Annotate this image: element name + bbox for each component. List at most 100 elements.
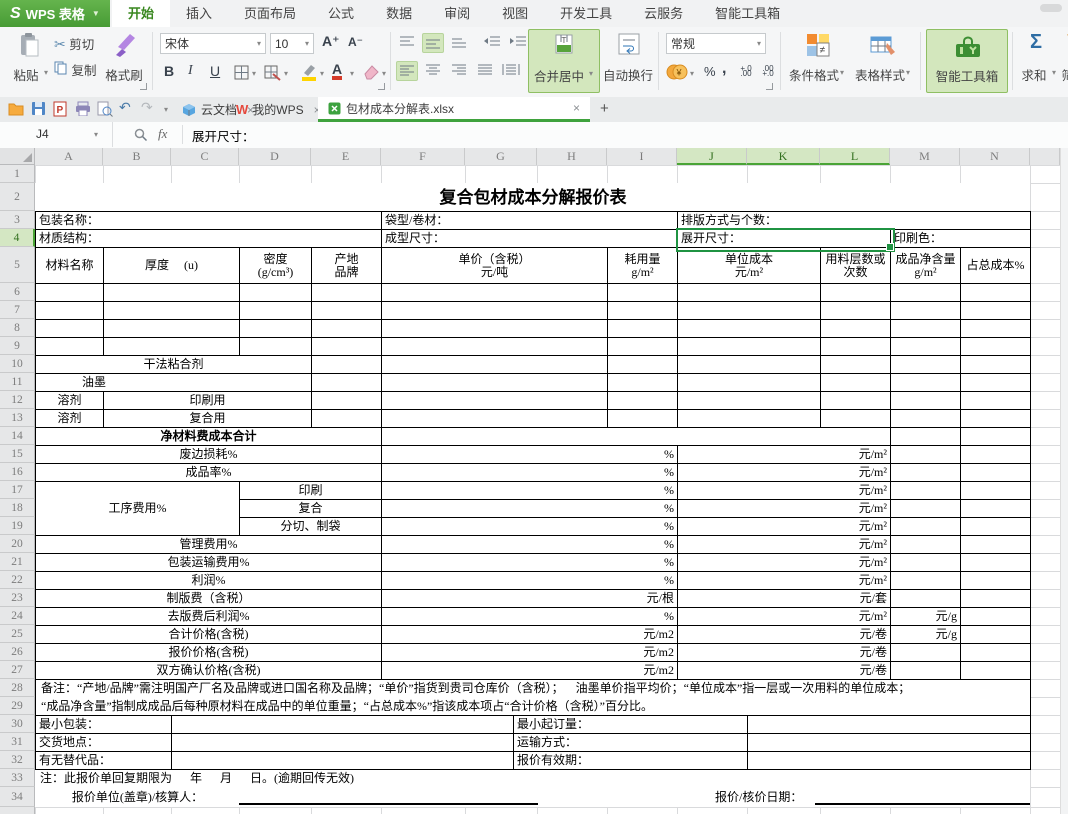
table-cell[interactable]: [381, 301, 608, 320]
menu-view[interactable]: 视图: [486, 0, 544, 27]
table-cell[interactable]: [677, 301, 821, 320]
table-cell[interactable]: [890, 481, 961, 500]
menu-cloud[interactable]: 云服务: [628, 0, 699, 27]
number-dialog-launcher[interactable]: [766, 83, 773, 90]
print-icon[interactable]: [75, 101, 91, 121]
table-cell[interactable]: [890, 499, 961, 518]
column-header-C[interactable]: C: [171, 148, 239, 165]
table-cell[interactable]: [890, 409, 961, 428]
table-cell[interactable]: [607, 301, 678, 320]
table-cell[interactable]: [890, 337, 961, 356]
table-cell[interactable]: [890, 283, 961, 302]
justify-button[interactable]: [476, 63, 494, 80]
number-format-select[interactable]: 常规▾: [666, 33, 766, 54]
row-header-15[interactable]: 15: [0, 445, 35, 463]
table-cell[interactable]: %: [381, 571, 678, 590]
note-line[interactable]: 备注：“产地/品牌”需注明国产厂名及品牌或进口国名称及品牌；“单价”指货到贵司仓…: [38, 679, 1031, 698]
align-left-button[interactable]: [396, 61, 418, 81]
column-header-A[interactable]: A: [35, 148, 103, 165]
table-cell[interactable]: [960, 463, 1031, 482]
formula-content[interactable]: 展开尺寸：: [192, 126, 255, 145]
window-controls[interactable]: [1040, 4, 1062, 12]
table-cell[interactable]: [35, 301, 104, 320]
select-all-corner[interactable]: [0, 148, 35, 165]
font-size-select[interactable]: 10▾: [270, 33, 314, 54]
filter-button[interactable]: 筛选: [1064, 29, 1068, 91]
table-cell[interactable]: 元/m2: [381, 625, 678, 644]
table-cell[interactable]: %: [381, 481, 678, 500]
table-cell[interactable]: [239, 301, 312, 320]
table-cell[interactable]: [890, 463, 961, 482]
table-cell[interactable]: [820, 283, 891, 302]
table-cell[interactable]: [747, 751, 1031, 770]
table-cell[interactable]: [677, 409, 821, 428]
row-header-22[interactable]: 22: [0, 571, 35, 589]
row-header-23[interactable]: 23: [0, 589, 35, 607]
fill-handle[interactable]: [886, 243, 894, 251]
table-cell[interactable]: [677, 355, 821, 374]
table-cell[interactable]: [35, 283, 104, 302]
table-cell[interactable]: 溶剂: [35, 391, 104, 410]
table-cell[interactable]: [890, 517, 961, 536]
column-header-L[interactable]: L: [820, 148, 890, 165]
merge-center-button[interactable]: T 合并居中 ▾: [528, 29, 600, 93]
row-header-9[interactable]: 9: [0, 337, 35, 355]
table-cell[interactable]: [820, 301, 891, 320]
align-center-button[interactable]: [424, 63, 442, 80]
highlight-color-button[interactable]: [300, 63, 318, 84]
clear-format-button[interactable]: [362, 64, 380, 83]
menu-page-layout[interactable]: 页面布局: [228, 0, 312, 27]
header-origin[interactable]: 产地 品牌: [311, 247, 382, 284]
table-cell[interactable]: [311, 391, 382, 410]
table-cell[interactable]: 元/g: [890, 625, 961, 644]
table-cell[interactable]: 复合: [239, 499, 382, 518]
table-cell[interactable]: [311, 337, 382, 356]
table-cell[interactable]: 印刷色：: [890, 229, 1031, 248]
row-header-16[interactable]: 16: [0, 463, 35, 481]
table-cell[interactable]: [239, 337, 312, 356]
row-header-6[interactable]: 6: [0, 283, 35, 301]
sign-right-label[interactable]: 报价/核价日期：: [712, 787, 819, 808]
column-header-G[interactable]: G: [465, 148, 537, 165]
font-dialog-launcher[interactable]: [378, 83, 385, 90]
grow-font-button[interactable]: A⁺: [322, 33, 340, 50]
table-cell[interactable]: [311, 319, 382, 338]
column-header-N[interactable]: N: [960, 148, 1030, 165]
table-cell[interactable]: [820, 319, 891, 338]
print-preview-icon[interactable]: [97, 101, 113, 122]
table-cell[interactable]: [607, 373, 678, 392]
table-cell[interactable]: [890, 589, 961, 608]
table-cell[interactable]: 包装名称：: [35, 211, 382, 230]
table-cell[interactable]: 运输方式：: [513, 733, 748, 752]
table-cell[interactable]: [607, 319, 678, 338]
table-cell[interactable]: [677, 283, 821, 302]
table-cell[interactable]: [890, 535, 961, 554]
row-header-13[interactable]: 13: [0, 409, 35, 427]
copy-button[interactable]: 复制: [54, 60, 97, 79]
insert-function-button[interactable]: fx: [158, 126, 167, 142]
table-cell[interactable]: [890, 445, 961, 464]
table-cell[interactable]: 元/m²: [677, 499, 891, 518]
table-cell[interactable]: 元/m²: [677, 517, 891, 536]
table-cell[interactable]: [960, 445, 1031, 464]
table-cell[interactable]: [960, 373, 1031, 392]
table-cell[interactable]: 分切、制袋: [239, 517, 382, 536]
table-cell[interactable]: [677, 337, 821, 356]
menu-smart-toolbox[interactable]: 智能工具箱: [699, 0, 796, 27]
table-cell[interactable]: 废边损耗%: [35, 445, 382, 464]
menu-review[interactable]: 审阅: [428, 0, 486, 27]
align-middle-button[interactable]: [422, 33, 444, 53]
comma-style-button[interactable]: ,: [722, 60, 726, 78]
table-cell[interactable]: [890, 391, 961, 410]
export-pdf-icon[interactable]: P: [53, 101, 67, 122]
header-density[interactable]: 密度 (g/cm³): [239, 247, 312, 284]
font-color-button[interactable]: A: [332, 62, 342, 80]
table-cell[interactable]: [311, 355, 382, 374]
table-cell[interactable]: 报价有效期：: [513, 751, 748, 770]
row-header-33[interactable]: 33: [0, 769, 35, 787]
table-cell[interactable]: 干法粘合剂: [35, 355, 312, 374]
table-cell[interactable]: 管理费用%: [35, 535, 382, 554]
row-header-34[interactable]: 34: [0, 787, 35, 807]
table-cell[interactable]: 包装运输费用%: [35, 553, 382, 572]
menu-dev-tools[interactable]: 开发工具: [544, 0, 628, 27]
